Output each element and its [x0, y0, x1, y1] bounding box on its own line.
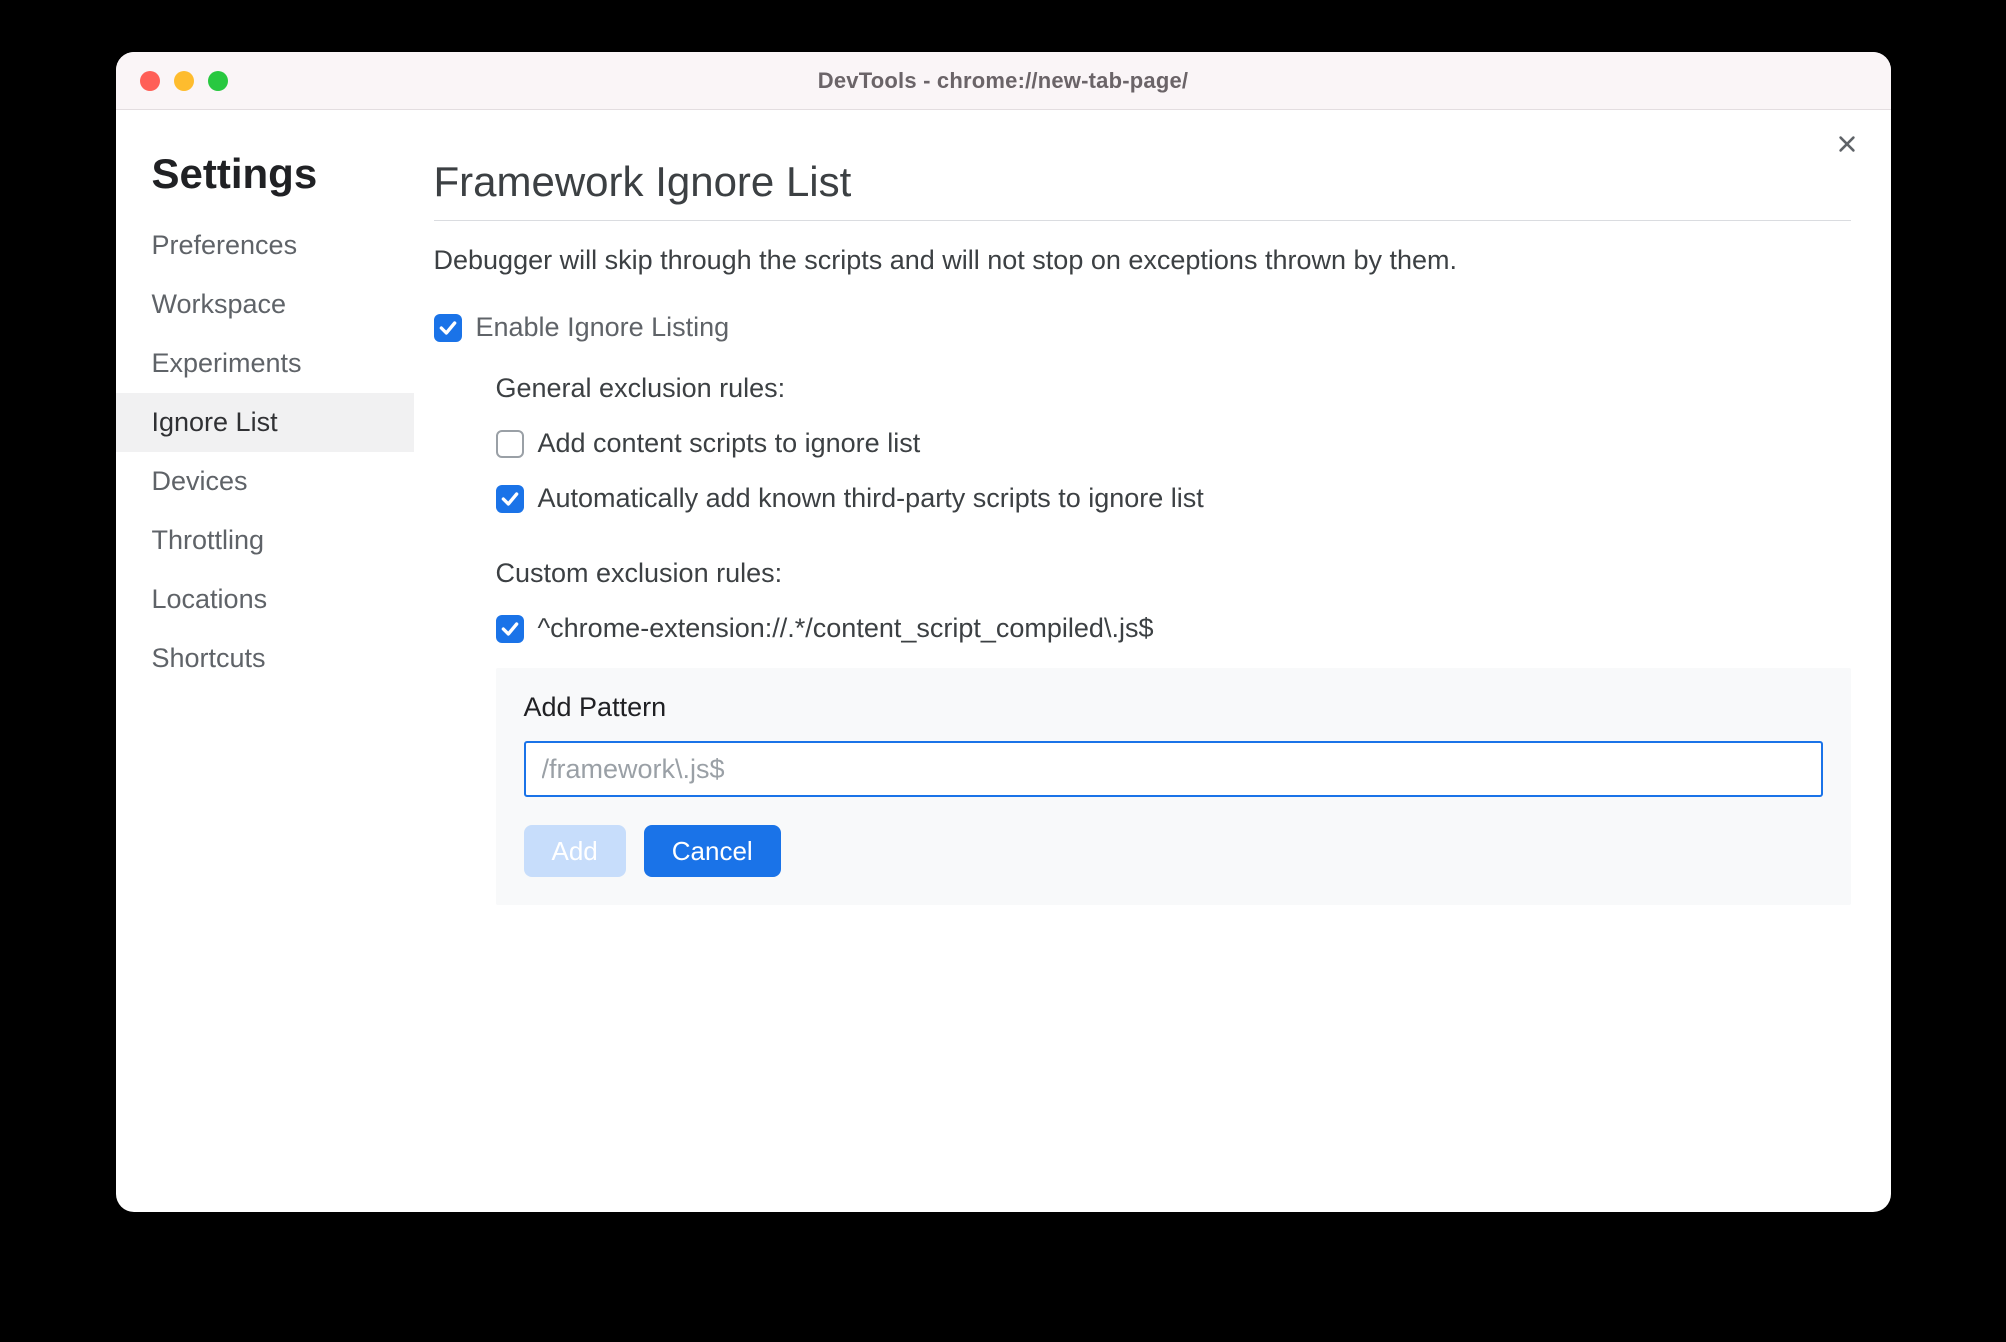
sidebar-item-label: Preferences [152, 230, 298, 260]
pattern-input[interactable] [524, 741, 1823, 797]
close-icon[interactable] [1831, 128, 1863, 160]
third-party-scripts-row: Automatically add known third-party scri… [496, 483, 1851, 514]
close-window-button[interactable] [140, 71, 160, 91]
custom-rule-row: ^chrome-extension://.*/content_script_co… [496, 613, 1851, 644]
window-controls [140, 71, 228, 91]
custom-rule-checkbox[interactable] [496, 615, 524, 643]
sidebar-item-experiments[interactable]: Experiments [116, 334, 414, 393]
enable-ignore-listing-label: Enable Ignore Listing [476, 312, 730, 343]
content-scripts-checkbox[interactable] [496, 430, 524, 458]
general-rules-heading: General exclusion rules: [496, 373, 1851, 404]
sidebar-item-label: Ignore List [152, 407, 278, 437]
minimize-window-button[interactable] [174, 71, 194, 91]
sidebar-item-label: Experiments [152, 348, 302, 378]
sidebar-item-devices[interactable]: Devices [116, 452, 414, 511]
add-button[interactable]: Add [524, 825, 626, 877]
custom-rule-label: ^chrome-extension://.*/content_script_co… [538, 613, 1154, 644]
third-party-scripts-label: Automatically add known third-party scri… [538, 483, 1204, 514]
sidebar-item-label: Devices [152, 466, 248, 496]
cancel-button[interactable]: Cancel [644, 825, 781, 877]
sidebar-item-locations[interactable]: Locations [116, 570, 414, 629]
sidebar-item-label: Shortcuts [152, 643, 266, 673]
enable-ignore-listing-row: Enable Ignore Listing [434, 312, 1851, 343]
devtools-settings-window: DevTools - chrome://new-tab-page/ Settin… [116, 52, 1891, 1212]
sidebar-item-workspace[interactable]: Workspace [116, 275, 414, 334]
settings-content: Settings Preferences Workspace Experimen… [116, 110, 1891, 1212]
content-scripts-label: Add content scripts to ignore list [538, 428, 921, 459]
sidebar-item-preferences[interactable]: Preferences [116, 216, 414, 275]
settings-sidebar: Settings Preferences Workspace Experimen… [116, 110, 414, 1212]
window-titlebar: DevTools - chrome://new-tab-page/ [116, 52, 1891, 110]
sidebar-item-label: Workspace [152, 289, 287, 319]
page-description: Debugger will skip through the scripts a… [434, 245, 1851, 276]
third-party-scripts-checkbox[interactable] [496, 485, 524, 513]
sidebar-heading: Settings [116, 150, 414, 216]
sidebar-item-shortcuts[interactable]: Shortcuts [116, 629, 414, 688]
add-pattern-heading: Add Pattern [524, 692, 1823, 723]
page-title: Framework Ignore List [434, 158, 1851, 221]
sidebar-item-throttling[interactable]: Throttling [116, 511, 414, 570]
window-title: DevTools - chrome://new-tab-page/ [818, 68, 1188, 94]
check-icon [438, 318, 458, 338]
sidebar-item-label: Throttling [152, 525, 265, 555]
exclusion-rules-section: General exclusion rules: Add content scr… [434, 373, 1851, 905]
enable-ignore-listing-checkbox[interactable] [434, 314, 462, 342]
check-icon [500, 489, 520, 509]
add-pattern-panel: Add Pattern Add Cancel [496, 668, 1851, 905]
zoom-window-button[interactable] [208, 71, 228, 91]
sidebar-item-ignore-list[interactable]: Ignore List [116, 393, 414, 452]
check-icon [500, 619, 520, 639]
custom-rules-heading: Custom exclusion rules: [496, 558, 1851, 589]
sidebar-item-label: Locations [152, 584, 268, 614]
add-pattern-buttons: Add Cancel [524, 825, 1823, 877]
settings-main: Framework Ignore List Debugger will skip… [414, 110, 1891, 1212]
content-scripts-row: Add content scripts to ignore list [496, 428, 1851, 459]
